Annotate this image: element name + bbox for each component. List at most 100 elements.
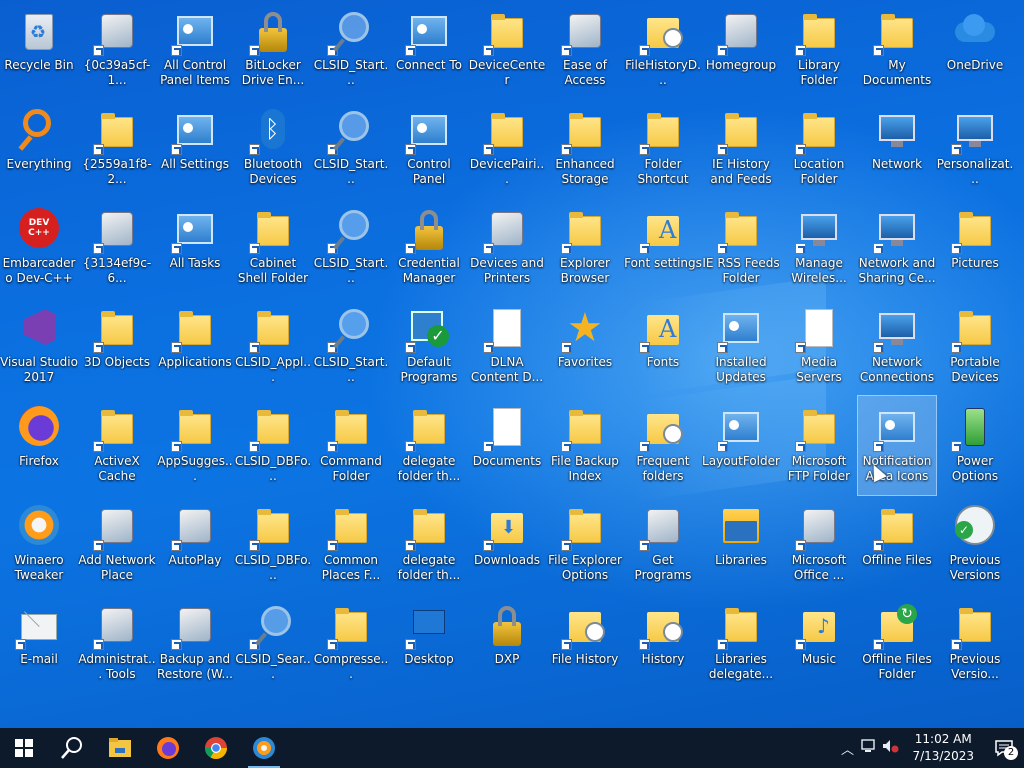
desktop-icon[interactable]: Personalizat...: [936, 99, 1014, 198]
taskbar-winaero[interactable]: [240, 728, 288, 768]
desktop-icon[interactable]: Portable Devices: [936, 297, 1014, 396]
desktop-icon[interactable]: Downloads: [468, 495, 546, 594]
desktop-icon[interactable]: LayoutFolder: [702, 396, 780, 495]
desktop-icon[interactable]: Firefox: [0, 396, 78, 495]
desktop-icon[interactable]: Add Network Place: [78, 495, 156, 594]
taskbar-file-explorer[interactable]: [96, 728, 144, 768]
desktop-icon[interactable]: Credential Manager: [390, 198, 468, 297]
desktop-icon[interactable]: Everything: [0, 99, 78, 198]
desktop-icon[interactable]: CLSID_Start...: [312, 99, 390, 198]
desktop-icon[interactable]: Applications: [156, 297, 234, 396]
desktop-icon[interactable]: DLNA Content D...: [468, 297, 546, 396]
desktop-icon[interactable]: Control Panel: [390, 99, 468, 198]
desktop-icon[interactable]: Microsoft Office ...: [780, 495, 858, 594]
desktop-icon[interactable]: Pictures: [936, 198, 1014, 297]
desktop-icon[interactable]: {0c39a5cf-1...: [78, 0, 156, 99]
desktop-icon[interactable]: My Documents: [858, 0, 936, 99]
desktop-icon[interactable]: Power Options: [936, 396, 1014, 495]
desktop-icon[interactable]: Visual Studio 2017: [0, 297, 78, 396]
desktop-icon[interactable]: IE History and Feeds Shell ...: [702, 99, 780, 198]
desktop-icon[interactable]: Backup and Restore (W...: [156, 594, 234, 693]
desktop-icon[interactable]: Explorer Browser Res...: [546, 198, 624, 297]
desktop-icon[interactable]: Network Connections: [858, 297, 936, 396]
desktop-icon[interactable]: AutoPlay: [156, 495, 234, 594]
desktop-icon[interactable]: {2559a1f8-2...: [78, 99, 156, 198]
desktop-icon[interactable]: Connect To: [390, 0, 468, 99]
desktop-icon[interactable]: Media Servers: [780, 297, 858, 396]
desktop-icon[interactable]: ActiveX Cache Folder: [78, 396, 156, 495]
desktop-icon[interactable]: Libraries: [702, 495, 780, 594]
desktop-icon[interactable]: All Tasks: [156, 198, 234, 297]
desktop-icon[interactable]: Offline Files Folder: [858, 594, 936, 693]
desktop-icon[interactable]: AppSugges...: [156, 396, 234, 495]
chevron-up-icon[interactable]: ︿: [836, 739, 858, 758]
desktop-icon[interactable]: History: [624, 594, 702, 693]
taskbar-firefox[interactable]: [144, 728, 192, 768]
desktop-icon[interactable]: 3D Objects: [78, 297, 156, 396]
desktop-icon[interactable]: Previous Versio...: [936, 594, 1014, 693]
taskbar-chrome[interactable]: [192, 728, 240, 768]
desktop-icon[interactable]: Command Folder: [312, 396, 390, 495]
desktop-icon[interactable]: Library Folder: [780, 0, 858, 99]
desktop-icon[interactable]: Location Folder: [780, 99, 858, 198]
desktop-icon[interactable]: CLSID_Start...: [312, 198, 390, 297]
desktop-icon[interactable]: Manage Wireles...: [780, 198, 858, 297]
desktop-icon[interactable]: Compresse...: [312, 594, 390, 693]
network-icon[interactable]: [858, 739, 880, 757]
desktop-icon[interactable]: Music: [780, 594, 858, 693]
desktop-icon[interactable]: Network and Sharing Ce...: [858, 198, 936, 297]
desktop-icon[interactable]: Homegroup: [702, 0, 780, 99]
desktop-icon[interactable]: Fonts: [624, 297, 702, 396]
desktop-icon[interactable]: {3134ef9c-6...: [78, 198, 156, 297]
desktop-icon[interactable]: Administrat... Tools: [78, 594, 156, 693]
search-button[interactable]: [48, 728, 96, 768]
desktop-icon[interactable]: Installed Updates: [702, 297, 780, 396]
desktop-icon[interactable]: CLSID_Start...: [312, 0, 390, 99]
desktop-icon[interactable]: FileHistoryD...: [624, 0, 702, 99]
desktop-icon[interactable]: Cabinet Shell Folder: [234, 198, 312, 297]
desktop-icon[interactable]: Notification Area Icons: [857, 395, 937, 496]
desktop-icon[interactable]: Desktop: [390, 594, 468, 693]
desktop-icon[interactable]: IE RSS Feeds Folder: [702, 198, 780, 297]
desktop-icon[interactable]: CLSID_Sear...: [234, 594, 312, 693]
desktop-icon[interactable]: E-mail: [0, 594, 78, 693]
desktop-icon[interactable]: Common Places F...: [312, 495, 390, 594]
clock[interactable]: 11:02 AM 7/13/2023: [902, 731, 984, 765]
desktop-icon[interactable]: Favorites: [546, 297, 624, 396]
desktop-icon[interactable]: All Settings: [156, 99, 234, 198]
desktop-icon[interactable]: Embarcadero Dev-C++: [0, 198, 78, 297]
desktop-icon[interactable]: Enhanced Storage Da...: [546, 99, 624, 198]
desktop-icon[interactable]: DeviceCenter Initialization: [468, 0, 546, 99]
desktop-icon[interactable]: Devices and Printers: [468, 198, 546, 297]
start-button[interactable]: [0, 728, 48, 768]
notifications-button[interactable]: 2: [984, 728, 1024, 768]
desktop-icon[interactable]: File Backup Index: [546, 396, 624, 495]
desktop-icon[interactable]: DevicePairi... Initialization: [468, 99, 546, 198]
desktop-icon[interactable]: CLSID_DBFo...: [234, 495, 312, 594]
desktop-icon[interactable]: Previous Versions: [936, 495, 1014, 594]
desktop-icon[interactable]: Winaero Tweaker: [0, 495, 78, 594]
desktop-icon[interactable]: Get Programs: [624, 495, 702, 594]
desktop-icon[interactable]: Recycle Bin: [0, 0, 78, 99]
desktop-icon[interactable]: Default Programs: [390, 297, 468, 396]
desktop-icon[interactable]: Offline Files: [858, 495, 936, 594]
desktop-icon[interactable]: CLSID_Appl...: [234, 297, 312, 396]
desktop-icon[interactable]: File Explorer Options: [546, 495, 624, 594]
desktop-icon[interactable]: delegate folder th...: [390, 495, 468, 594]
desktop[interactable]: Recycle Bin {0c39a5cf-1... All Control Pan…: [0, 0, 1024, 728]
desktop-icon[interactable]: BitLocker Drive En...: [234, 0, 312, 99]
desktop-icon[interactable]: Documents: [468, 396, 546, 495]
desktop-icon[interactable]: DXP: [468, 594, 546, 693]
desktop-icon[interactable]: Font settings: [624, 198, 702, 297]
desktop-icon[interactable]: Frequent folders: [624, 396, 702, 495]
desktop-icon[interactable]: CLSID_Start...: [312, 297, 390, 396]
desktop-icon[interactable]: OneDrive: [936, 0, 1014, 99]
volume-muted-icon[interactable]: [880, 739, 902, 757]
desktop-icon[interactable]: Libraries delegate...: [702, 594, 780, 693]
desktop-icon[interactable]: CLSID_DBFo...: [234, 396, 312, 495]
desktop-icon[interactable]: delegate folder th...: [390, 396, 468, 495]
desktop-icon[interactable]: Network: [858, 99, 936, 198]
desktop-icon[interactable]: Ease of Access Center: [546, 0, 624, 99]
desktop-icon[interactable]: Bluetooth Devices: [234, 99, 312, 198]
desktop-icon[interactable]: Folder Shortcut: [624, 99, 702, 198]
